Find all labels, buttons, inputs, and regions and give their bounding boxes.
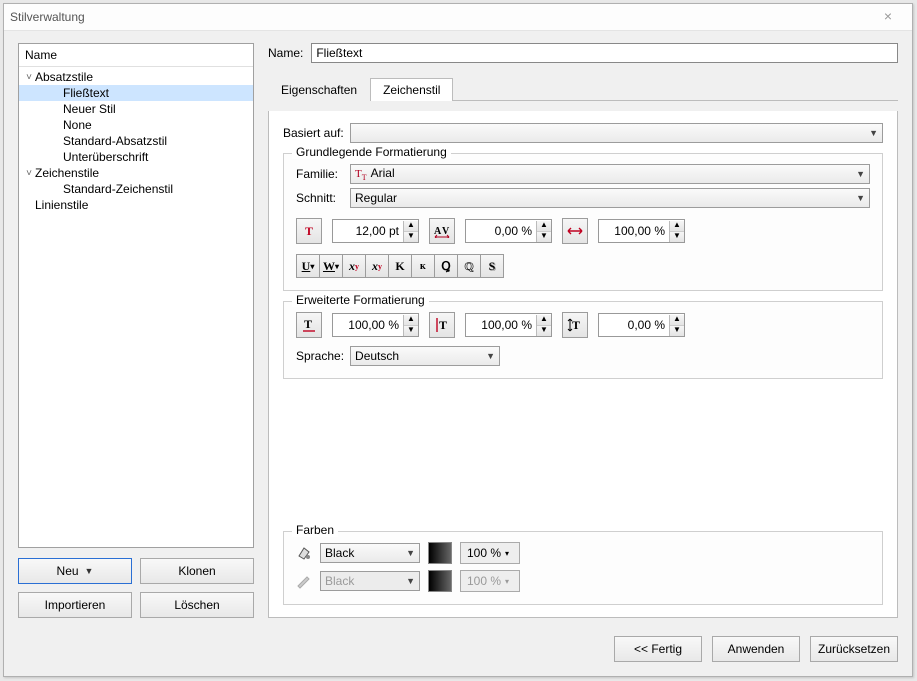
- hscale-icon: [562, 218, 588, 244]
- tracking-icon: AV: [429, 218, 455, 244]
- apply-button[interactable]: Anwenden: [712, 636, 800, 662]
- tree-item-label: Standard-Zeichenstil: [63, 182, 173, 196]
- svg-text:V: V: [442, 226, 450, 237]
- step-up-icon[interactable]: ▲: [537, 221, 551, 232]
- stroke-opacity: 100 %▾: [460, 570, 520, 592]
- tab-character-style[interactable]: Zeichenstil: [370, 78, 453, 101]
- baseline-shift-icon: T: [562, 312, 588, 338]
- basic-formatting-group: Grundlegende Formatierung Familie: TTAri…: [283, 153, 883, 291]
- tree-item[interactable]: Linienstile: [19, 197, 253, 213]
- height-scale-icon: T: [429, 312, 455, 338]
- font-size-input[interactable]: ▲▼: [332, 219, 419, 243]
- tree-item-label: Linienstile: [35, 198, 88, 212]
- chevron-down-icon[interactable]: ˅: [23, 168, 35, 179]
- fill-icon: [296, 545, 312, 561]
- chevron-down-icon: ▼: [486, 351, 495, 361]
- strike-icon[interactable]: Ꝗ: [434, 254, 457, 278]
- done-button[interactable]: << Fertig: [614, 636, 702, 662]
- truetype-icon: TT: [355, 168, 367, 180]
- chevron-down-icon[interactable]: ˅: [23, 72, 35, 83]
- step-down-icon[interactable]: ▼: [670, 232, 684, 242]
- chevron-down-icon: ▼: [856, 169, 865, 179]
- underline-icon[interactable]: U▾: [296, 254, 319, 278]
- chevron-down-icon: ▼: [85, 566, 94, 576]
- tab-properties[interactable]: Eigenschaften: [268, 78, 370, 101]
- outline-icon[interactable]: Q: [457, 254, 480, 278]
- family-label: Familie:: [296, 167, 346, 181]
- titlebar: Stilverwaltung ×: [4, 4, 912, 31]
- language-select[interactable]: Deutsch ▼: [350, 346, 500, 366]
- step-up-icon[interactable]: ▲: [670, 221, 684, 232]
- step-down-icon[interactable]: ▼: [404, 232, 418, 242]
- style-manager-window: Stilverwaltung × Name ˅AbsatzstileFließt…: [3, 3, 913, 677]
- smallcaps-icon[interactable]: ᴋ: [411, 254, 434, 278]
- style-tree: Name ˅AbsatzstileFließtextNeuer StilNone…: [18, 43, 254, 548]
- underline-word-icon[interactable]: W▾: [319, 254, 342, 278]
- superscript-icon[interactable]: xy: [365, 254, 388, 278]
- tree-header: Name: [19, 44, 253, 67]
- stroke-icon: [296, 573, 312, 589]
- fill-swatch[interactable]: [428, 542, 452, 564]
- step-up-icon[interactable]: ▲: [404, 221, 418, 232]
- name-label: Name:: [268, 46, 303, 60]
- tree-item[interactable]: Neuer Stil: [19, 101, 253, 117]
- height-scale-input[interactable]: ▲▼: [465, 313, 552, 337]
- delete-style-button[interactable]: Löschen: [140, 592, 254, 618]
- width-scale-input[interactable]: ▲▼: [332, 313, 419, 337]
- import-style-button[interactable]: Importieren: [18, 592, 132, 618]
- width-scale-icon: T: [296, 312, 322, 338]
- window-title: Stilverwaltung: [10, 10, 85, 24]
- svg-text:T: T: [572, 318, 580, 332]
- new-style-button[interactable]: Neu ▼: [18, 558, 132, 584]
- tree-item[interactable]: Fließtext: [19, 85, 253, 101]
- language-label: Sprache:: [296, 349, 344, 363]
- svg-text:T: T: [439, 318, 447, 332]
- svg-text:T: T: [304, 318, 312, 331]
- shadow-icon[interactable]: S: [480, 254, 504, 278]
- chevron-down-icon: ▼: [869, 128, 878, 138]
- chevron-down-icon: ▼: [406, 548, 415, 558]
- clone-style-button[interactable]: Klonen: [140, 558, 254, 584]
- reset-button[interactable]: Zurücksetzen: [810, 636, 898, 662]
- tab-page-character: Basiert auf: ▼ Grundlegende Formatierung…: [268, 111, 898, 618]
- tree-item-label: Absatzstile: [35, 70, 93, 84]
- chevron-down-icon: ▼: [406, 576, 415, 586]
- tree-item-label: Standard-Absatzstil: [63, 134, 167, 148]
- colors-group: Farben Black ▼ 100 %▾: [283, 531, 883, 605]
- hscale-input[interactable]: ▲▼: [598, 219, 685, 243]
- tree-item[interactable]: None: [19, 117, 253, 133]
- tree-item-label: Unterüberschrift: [63, 150, 148, 164]
- chevron-down-icon: ▼: [856, 193, 865, 203]
- tree-item-label: Neuer Stil: [63, 102, 116, 116]
- allcaps-icon[interactable]: K: [388, 254, 411, 278]
- tree-item[interactable]: Standard-Zeichenstil: [19, 181, 253, 197]
- tree-item[interactable]: ˅Absatzstile: [19, 69, 253, 85]
- tree-item-label: None: [63, 118, 92, 132]
- text-effect-toolbar: U▾ W▾ xy xy K ᴋ Ꝗ Q S: [296, 254, 504, 278]
- stroke-color-select: Black ▼: [320, 571, 420, 591]
- tree-item[interactable]: Unterüberschrift: [19, 149, 253, 165]
- step-down-icon[interactable]: ▼: [537, 232, 551, 242]
- tab-strip: Eigenschaften Zeichenstil: [268, 77, 898, 101]
- font-family-select[interactable]: TTArial ▼: [350, 164, 870, 184]
- tree-item[interactable]: Standard-Absatzstil: [19, 133, 253, 149]
- font-size-icon: T: [296, 218, 322, 244]
- based-on-select[interactable]: ▼: [350, 123, 883, 143]
- based-on-label: Basiert auf:: [283, 126, 344, 140]
- advanced-formatting-group: Erweiterte Formatierung T ▲▼ T: [283, 301, 883, 379]
- close-icon[interactable]: ×: [870, 7, 906, 27]
- tracking-input[interactable]: ▲▼: [465, 219, 552, 243]
- tree-item[interactable]: ˅Zeichenstile: [19, 165, 253, 181]
- style-name-input[interactable]: [311, 43, 898, 63]
- baseline-shift-input[interactable]: ▲▼: [598, 313, 685, 337]
- font-style-select[interactable]: Regular ▼: [350, 188, 870, 208]
- svg-text:A: A: [434, 226, 442, 237]
- cut-label: Schnitt:: [296, 191, 346, 205]
- tree-item-label: Fließtext: [63, 86, 109, 100]
- fill-opacity[interactable]: 100 %▾: [460, 542, 520, 564]
- stroke-swatch: [428, 570, 452, 592]
- fill-color-select[interactable]: Black ▼: [320, 543, 420, 563]
- tree-item-label: Zeichenstile: [35, 166, 99, 180]
- subscript-icon[interactable]: xy: [342, 254, 365, 278]
